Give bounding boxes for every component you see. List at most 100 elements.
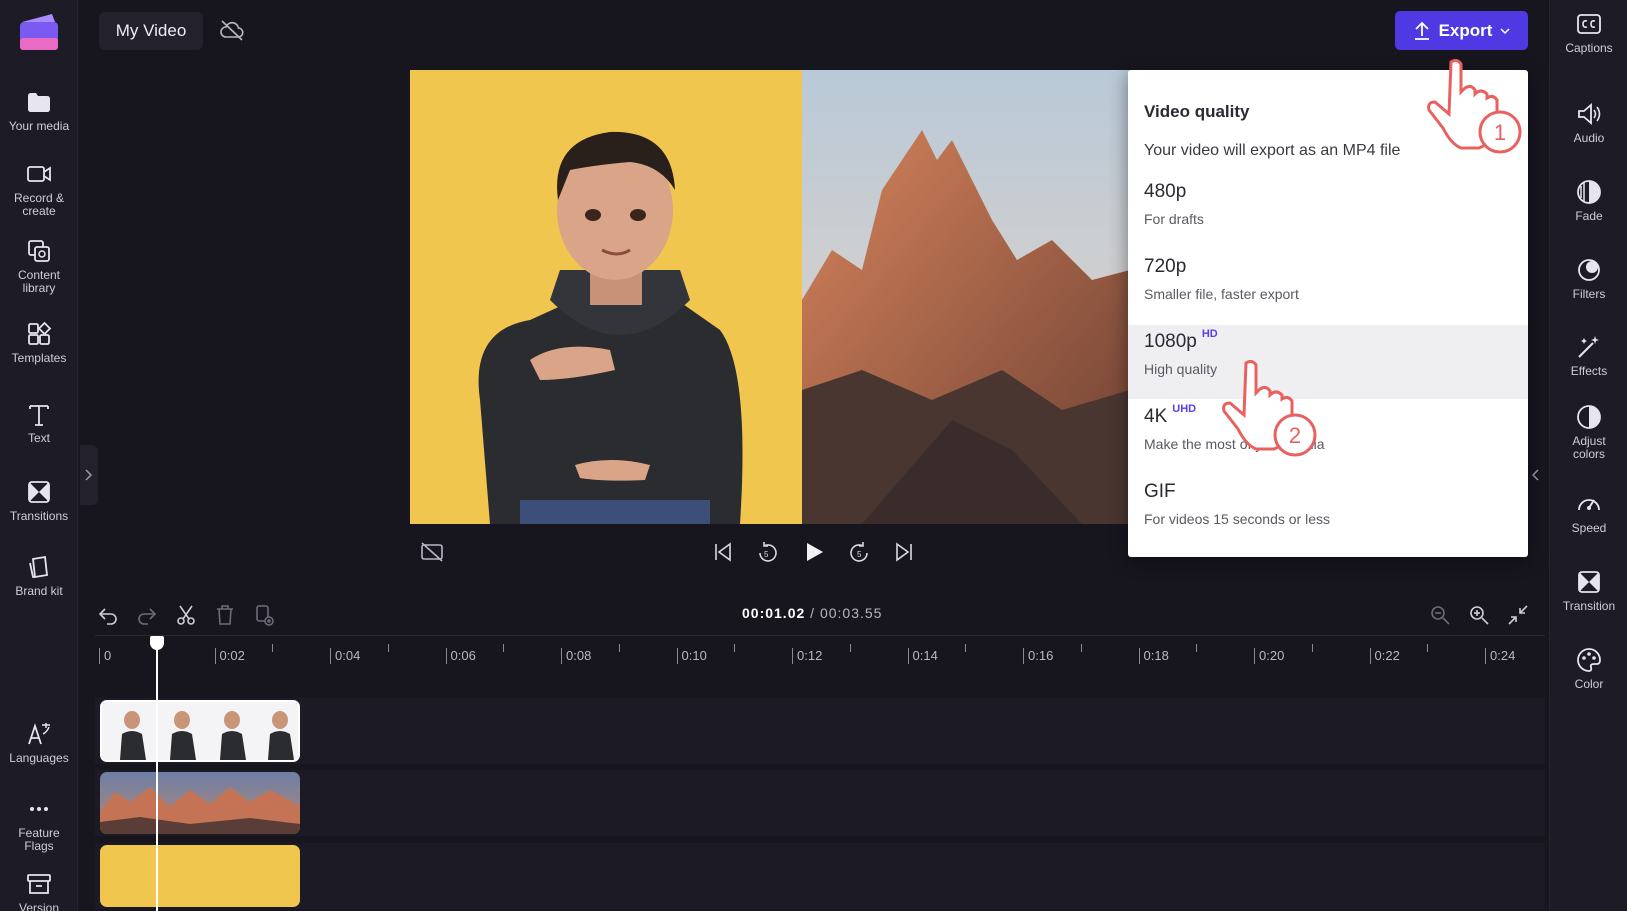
playhead-handle[interactable] bbox=[150, 636, 164, 650]
undo-button[interactable] bbox=[97, 604, 119, 631]
rewind-5-button[interactable]: 5 bbox=[755, 540, 779, 571]
video-preview[interactable] bbox=[410, 70, 1130, 524]
quality-badge: UHD bbox=[1172, 403, 1197, 415]
sidebar-item-label: Record & create bbox=[13, 191, 65, 218]
hand-pointer-icon-step-2: 2 bbox=[1210, 355, 1320, 470]
split-button[interactable] bbox=[175, 604, 197, 631]
option-name-text: 720p bbox=[1144, 256, 1187, 277]
templates-icon bbox=[28, 321, 52, 345]
tool-label: Captions bbox=[1565, 41, 1613, 55]
duplicate-button[interactable] bbox=[253, 604, 275, 631]
quality-option-name: 1080p HD bbox=[1144, 328, 1218, 353]
avatar-track bbox=[95, 698, 1545, 764]
sidebar-item-text[interactable]: Text bbox=[0, 400, 78, 445]
archive-icon bbox=[27, 874, 51, 894]
collapse-right-panel-button[interactable] bbox=[1526, 445, 1544, 505]
camera-icon bbox=[27, 166, 51, 182]
filters-icon bbox=[1578, 259, 1600, 281]
mountain-frame bbox=[802, 70, 1130, 524]
app-logo[interactable] bbox=[18, 12, 60, 52]
option-name-text: 1080p bbox=[1144, 331, 1197, 352]
tool-label: Color bbox=[1574, 677, 1604, 691]
tool-adjust-colors[interactable]: Adjust colors bbox=[1550, 403, 1627, 461]
option-name-text: 4K bbox=[1144, 406, 1168, 427]
playhead-line bbox=[156, 648, 158, 911]
ruler-tick-label: 0:04 bbox=[330, 648, 360, 664]
sidebar-item-feature-flags[interactable]: Feature Flags bbox=[0, 795, 78, 853]
quality-option-1080p[interactable]: 1080p HD High quality bbox=[1128, 325, 1528, 399]
collapse-left-panel-button[interactable] bbox=[80, 445, 98, 505]
text-icon bbox=[29, 405, 49, 426]
zoom-out-button[interactable] bbox=[1429, 604, 1451, 631]
tool-speed[interactable]: Speed bbox=[1550, 490, 1627, 535]
ruler-tick-label: 0:08 bbox=[561, 648, 591, 664]
delete-button[interactable] bbox=[214, 604, 236, 631]
yellow-background-clip[interactable] bbox=[100, 845, 300, 907]
left-sidebar: Your media Record & create Content library… bbox=[0, 0, 78, 911]
redo-button[interactable] bbox=[136, 604, 158, 631]
tool-label: Effects bbox=[1570, 364, 1608, 378]
timeline-ruler[interactable]: 0 0:02 0:04 0:06 0:08 0:10 0:12 0:14 0:16 0:18 0:2… bbox=[95, 635, 1545, 679]
sidebar-item-templates[interactable]: Templates bbox=[0, 320, 78, 365]
library-icon bbox=[28, 240, 50, 262]
sidebar-item-version[interactable]: Version bbox=[0, 870, 78, 911]
forward-5-button[interactable]: 5 bbox=[848, 540, 872, 571]
svg-text:5: 5 bbox=[764, 550, 769, 559]
tool-fade[interactable]: Fade bbox=[1550, 178, 1627, 223]
toggle-captions-button[interactable] bbox=[420, 540, 444, 569]
tool-label: Fade bbox=[1575, 209, 1603, 223]
sidebar-item-label: Transitions bbox=[9, 509, 69, 523]
brand-kit-icon bbox=[29, 555, 48, 579]
sidebar-item-label: Version bbox=[18, 901, 60, 911]
transitions-icon bbox=[28, 481, 50, 503]
quality-option-720p[interactable]: 720p Smaller file, faster export bbox=[1128, 250, 1528, 324]
tool-filters[interactable]: Filters bbox=[1550, 256, 1627, 301]
ruler-tick-label: 0:16 bbox=[1023, 648, 1053, 664]
ruler-minor-tick bbox=[618, 644, 620, 652]
step-2-label: 2 bbox=[1289, 423, 1301, 448]
avatar-clip[interactable] bbox=[100, 700, 300, 762]
folder-icon bbox=[28, 93, 50, 112]
export-button[interactable]: Export bbox=[1395, 11, 1528, 50]
sidebar-item-your-media[interactable]: Your media bbox=[0, 88, 78, 133]
quality-option-gif[interactable]: GIF For videos 15 seconds or less bbox=[1128, 475, 1528, 549]
quality-option-desc: For videos 15 seconds or less bbox=[1144, 511, 1330, 527]
sidebar-item-brand-kit[interactable]: Brand kit bbox=[0, 553, 78, 598]
contrast-icon bbox=[1577, 405, 1601, 429]
mountain-clip[interactable] bbox=[100, 772, 300, 834]
tool-captions[interactable]: Captions bbox=[1550, 10, 1627, 55]
tool-audio[interactable]: Audio bbox=[1550, 100, 1627, 145]
upload-icon bbox=[1414, 21, 1429, 40]
zoom-in-button[interactable] bbox=[1468, 604, 1490, 631]
rewind-5-icon: 5 bbox=[759, 542, 777, 562]
tool-transition[interactable]: Transition bbox=[1550, 568, 1627, 613]
mountain-track bbox=[95, 770, 1545, 836]
tool-effects[interactable]: Effects bbox=[1550, 333, 1627, 378]
background-track bbox=[95, 843, 1545, 909]
quality-option-name: 480p bbox=[1144, 181, 1186, 203]
ruler-tick-label: 0:14 bbox=[907, 648, 938, 664]
ruler-tick-label: 0:02 bbox=[214, 648, 245, 664]
ruler-tick-label: 0:06 bbox=[445, 648, 476, 664]
sidebar-item-label: Content library bbox=[17, 268, 61, 295]
tool-label: Speed bbox=[1571, 521, 1607, 535]
sidebar-item-record-create[interactable]: Record & create bbox=[0, 160, 78, 218]
skip-to-end-button[interactable] bbox=[892, 540, 916, 569]
current-time: 00:01.02 bbox=[742, 605, 806, 621]
project-title[interactable]: My Video bbox=[99, 12, 203, 50]
sidebar-item-transitions[interactable]: Transitions bbox=[0, 478, 78, 523]
sidebar-item-content-library[interactable]: Content library bbox=[0, 237, 78, 295]
skip-to-start-button[interactable] bbox=[711, 540, 735, 569]
cloud-off-icon[interactable] bbox=[219, 19, 245, 46]
ruler-minor-tick bbox=[849, 644, 851, 652]
palette-icon bbox=[1577, 648, 1601, 672]
cc-icon bbox=[1577, 14, 1601, 34]
ruler-minor-tick bbox=[1080, 644, 1082, 652]
tool-color[interactable]: Color bbox=[1550, 646, 1627, 691]
quality-option-4k[interactable]: 4K UHD Make the most of your media bbox=[1128, 400, 1528, 474]
fit-timeline-button[interactable] bbox=[1507, 604, 1529, 631]
quality-option-480p[interactable]: 480p For drafts bbox=[1128, 175, 1528, 249]
sidebar-item-languages[interactable]: Languages bbox=[0, 720, 78, 765]
play-button[interactable] bbox=[802, 540, 826, 569]
ruler-tick-label: 0:18 bbox=[1138, 648, 1169, 664]
